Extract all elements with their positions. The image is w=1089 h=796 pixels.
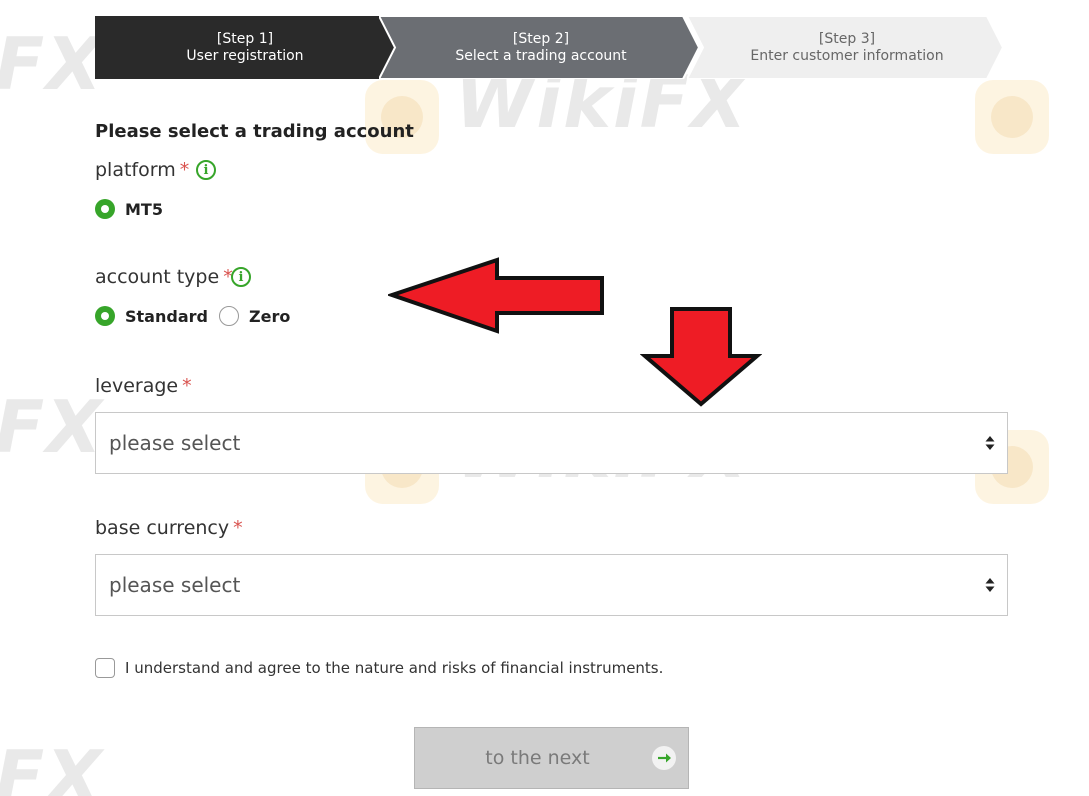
required-mark: * (179, 159, 190, 181)
progress-stepper: [Step 1] User registration [Step 2] Sele… (95, 16, 1007, 79)
agreement-checkbox[interactable] (95, 658, 115, 678)
required-mark: * (182, 375, 192, 397)
platform-radio-mt5[interactable]: MT5 (95, 199, 163, 219)
platform-label-text: platform (95, 159, 176, 181)
watermark-logo-icon (365, 80, 439, 154)
radio-unselected-icon (219, 306, 239, 326)
leverage-label-text: leverage (95, 375, 179, 397)
step-1: [Step 1] User registration (95, 16, 395, 79)
radio-selected-icon (95, 306, 115, 326)
annotation-arrow-left-icon (388, 257, 604, 334)
agreement-text: I understand and agree to the nature and… (125, 659, 664, 677)
step-1-label: [Step 1] (216, 30, 274, 47)
required-mark: * (233, 517, 243, 539)
step-2-label: [Step 2] (512, 30, 570, 47)
platform-option-label: MT5 (125, 199, 163, 219)
arrow-right-icon (652, 746, 676, 770)
watermark-text: FX (0, 735, 104, 796)
platform-label: platform * (95, 159, 189, 181)
base-currency-label-text: base currency (95, 517, 230, 539)
account-type-label-text: account type (95, 266, 220, 288)
watermark-text: FX (0, 22, 104, 106)
leverage-select[interactable]: please select (95, 412, 1008, 474)
step-1-subtitle: User registration (186, 47, 304, 64)
step-3: [Step 3] Enter customer information (687, 16, 1007, 79)
select-caret-icon (985, 578, 995, 592)
annotation-arrow-down-icon (640, 307, 762, 407)
step-2-subtitle: Select a trading account (455, 47, 627, 64)
select-caret-icon (985, 436, 995, 450)
account-type-option-label: Zero (249, 306, 291, 326)
leverage-label: leverage * (95, 375, 192, 397)
account-type-radio-standard[interactable]: Standard (95, 306, 208, 326)
base-currency-select-value: please select (109, 573, 241, 597)
section-title: Please select a trading account (95, 121, 414, 142)
platform-info-icon[interactable]: i (196, 160, 216, 180)
step-3-subtitle: Enter customer information (750, 47, 944, 64)
leverage-select-value: please select (109, 431, 241, 455)
account-type-label: account type * (95, 266, 233, 288)
radio-selected-icon (95, 199, 115, 219)
agreement-row: I understand and agree to the nature and… (95, 658, 663, 678)
account-type-radio-zero[interactable]: Zero (219, 306, 290, 326)
step-2: [Step 2] Select a trading account (379, 16, 703, 79)
next-button[interactable]: to the next (414, 727, 689, 789)
base-currency-select[interactable]: please select (95, 554, 1008, 616)
account-type-info-icon[interactable]: i (231, 267, 251, 287)
next-button-label: to the next (485, 747, 590, 769)
base-currency-label: base currency * (95, 517, 243, 539)
watermark-logo-icon (975, 80, 1049, 154)
watermark-text: FX (0, 385, 104, 469)
step-3-label: [Step 3] (818, 30, 876, 47)
account-type-option-label: Standard (125, 306, 208, 326)
